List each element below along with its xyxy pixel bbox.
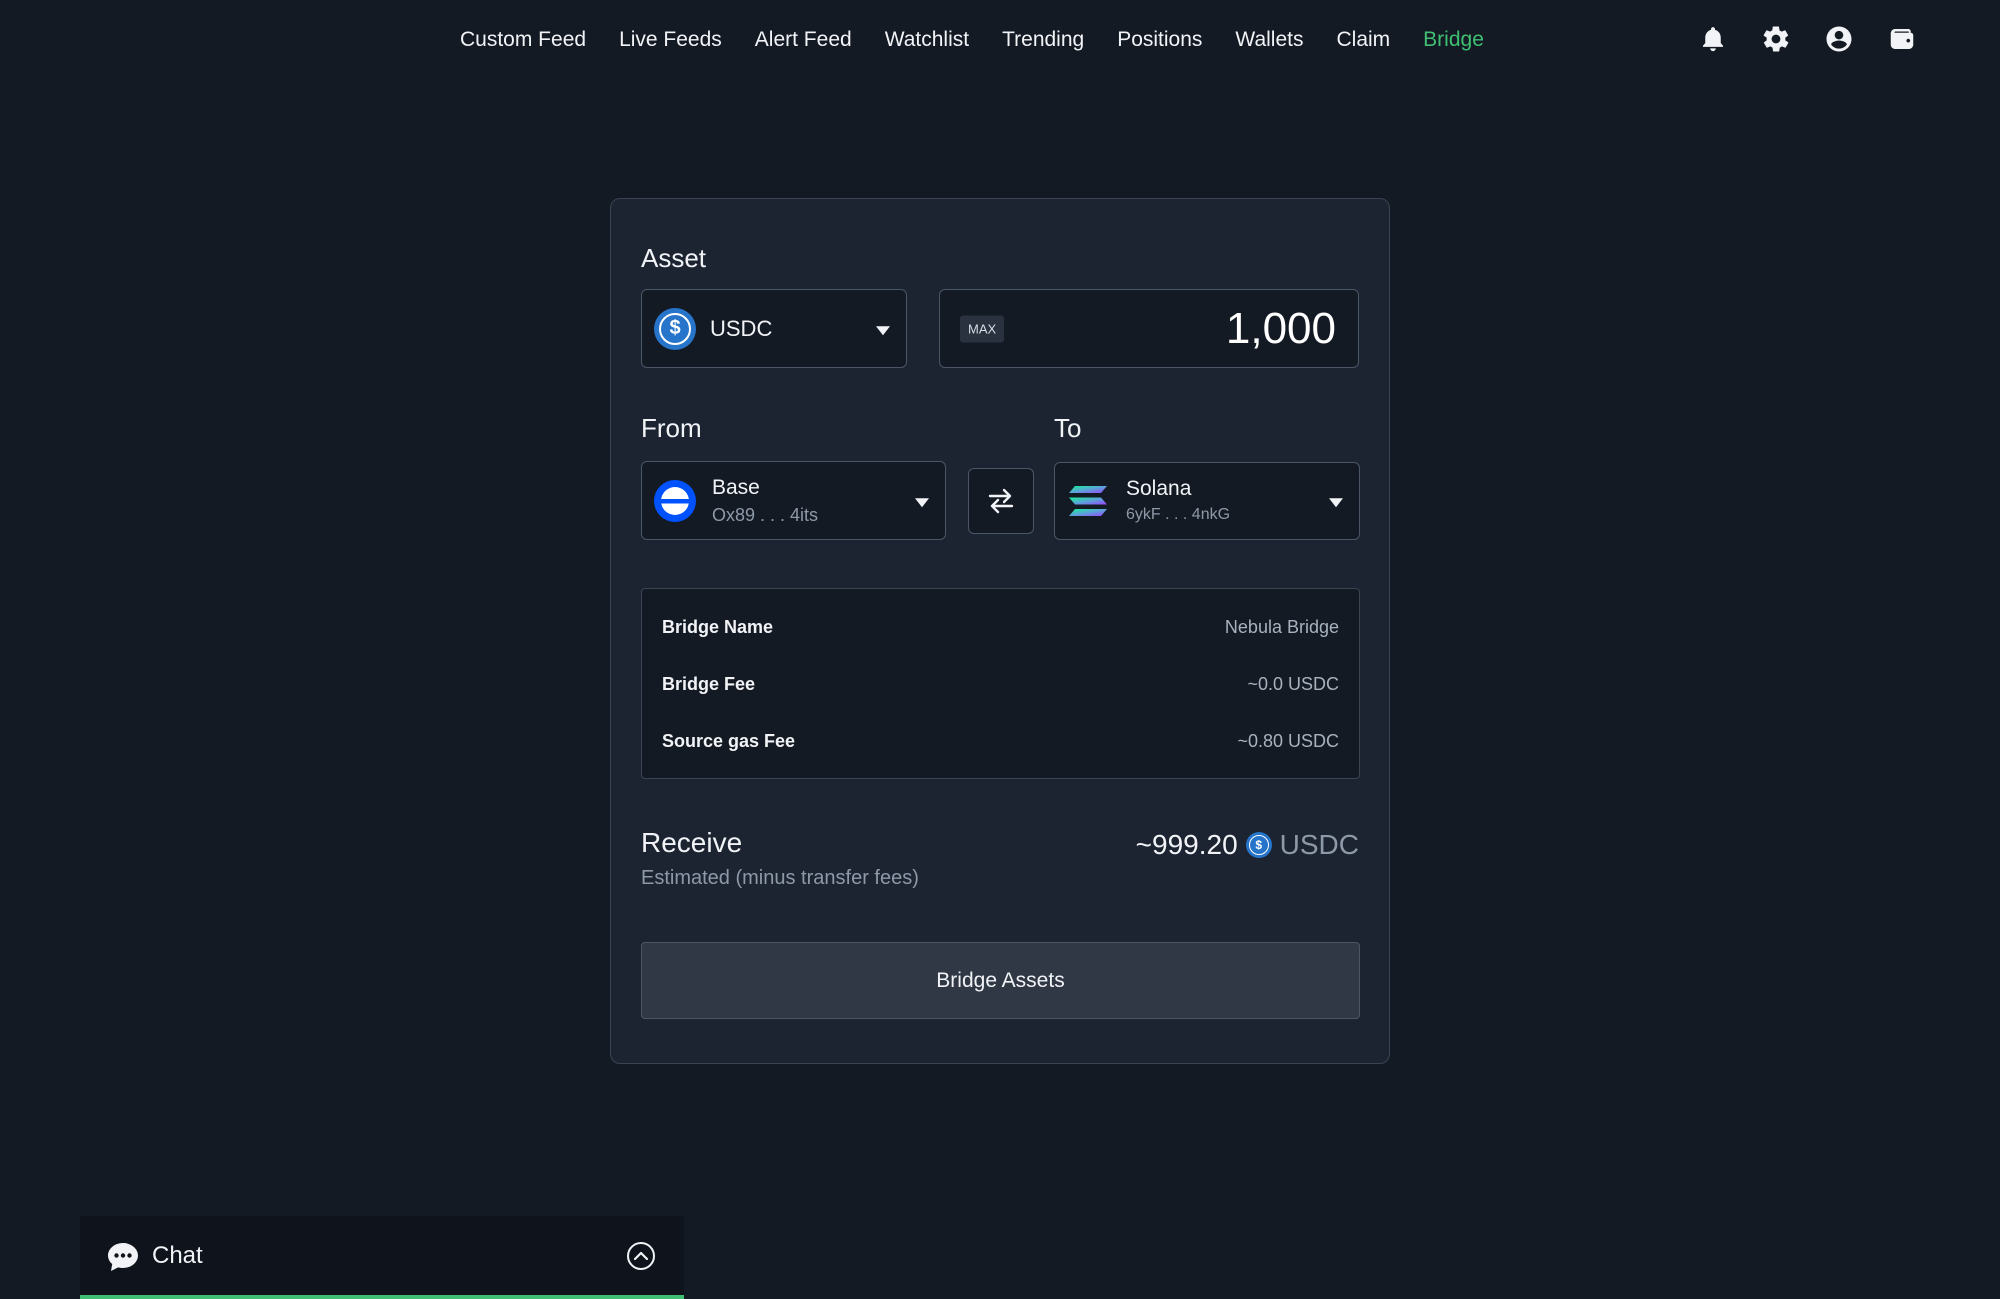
chevron-down-icon xyxy=(915,497,929,507)
detail-key: Bridge Fee xyxy=(662,673,756,694)
nav-live-feeds[interactable]: Live Feeds xyxy=(619,22,722,58)
top-navigation: Custom Feed Live Feeds Alert Feed Watchl… xyxy=(0,0,2000,80)
base-chain-icon xyxy=(654,479,696,522)
to-label: To xyxy=(1054,413,1082,443)
chevron-down-icon xyxy=(876,325,890,335)
chat-bubble-icon xyxy=(108,1243,138,1271)
to-address: 6ykF . . . 4nkG xyxy=(1126,506,1231,523)
receive-label: Receive xyxy=(641,827,743,858)
detail-value: ~0.80 USDC xyxy=(1237,730,1339,751)
chat-bar[interactable]: Chat xyxy=(80,1216,684,1299)
swap-direction-button[interactable] xyxy=(968,468,1034,534)
detail-key: Bridge Name xyxy=(662,616,774,637)
nav-custom-feed[interactable]: Custom Feed xyxy=(460,22,586,58)
bell-icon[interactable] xyxy=(1697,20,1729,58)
detail-key: Source gas Fee xyxy=(662,730,796,751)
from-chain-name: Base xyxy=(712,476,760,499)
nav-bridge[interactable]: Bridge xyxy=(1423,22,1484,58)
bridge-assets-button[interactable]: Bridge Assets xyxy=(641,942,1360,1019)
wallet-icon[interactable] xyxy=(1886,20,1918,58)
nav-icons xyxy=(1697,20,1918,58)
bridge-card: Asset $ USDC MAX From To Base Ox89 . . .… xyxy=(610,198,1390,1064)
detail-value: Nebula Bridge xyxy=(1224,616,1339,637)
from-chain-select[interactable]: Base Ox89 . . . 4its xyxy=(641,461,946,540)
nav-positions[interactable]: Positions xyxy=(1117,22,1202,58)
amount-input[interactable] xyxy=(1038,302,1338,355)
nav-watchlist[interactable]: Watchlist xyxy=(885,22,969,58)
receive-unit: USDC xyxy=(1279,829,1359,860)
nav-links: Custom Feed Live Feeds Alert Feed Watchl… xyxy=(460,22,1484,58)
nav-wallets[interactable]: Wallets xyxy=(1235,22,1303,58)
receive-amount: ~999.20 $ USDC xyxy=(1136,829,1359,861)
max-button[interactable]: MAX xyxy=(960,315,1005,342)
chevron-up-icon[interactable] xyxy=(626,1241,656,1271)
to-chain-name: Solana xyxy=(1126,477,1192,500)
usdc-coin-icon: $ xyxy=(1245,832,1272,858)
receive-subtitle: Estimated (minus transfer fees) xyxy=(641,867,919,889)
asset-select[interactable]: $ USDC xyxy=(641,289,907,368)
detail-row-bridge-fee: Bridge Fee ~0.0 USDC xyxy=(662,669,1339,699)
bridge-details: Bridge Name Nebula Bridge Bridge Fee ~0.… xyxy=(641,588,1360,779)
detail-row-bridge-name: Bridge Name Nebula Bridge xyxy=(662,612,1339,642)
nav-trending[interactable]: Trending xyxy=(1002,22,1084,58)
nav-claim[interactable]: Claim xyxy=(1337,22,1391,58)
detail-row-source-gas-fee: Source gas Fee ~0.80 USDC xyxy=(662,726,1339,756)
solana-chain-icon xyxy=(1069,486,1107,516)
chevron-down-icon xyxy=(1329,498,1343,508)
user-circle-icon[interactable] xyxy=(1823,20,1855,58)
nav-alert-feed[interactable]: Alert Feed xyxy=(755,22,852,58)
asset-label: Asset xyxy=(641,243,707,273)
to-chain-select[interactable]: Solana 6ykF . . . 4nkG xyxy=(1054,462,1360,540)
amount-field: MAX xyxy=(939,289,1359,368)
chat-label: Chat xyxy=(152,1242,203,1269)
usdc-coin-icon: $ xyxy=(654,307,696,350)
gear-icon[interactable] xyxy=(1760,20,1792,58)
from-address: Ox89 . . . 4its xyxy=(712,505,819,525)
detail-value: ~0.0 USDC xyxy=(1247,673,1339,694)
asset-name: USDC xyxy=(710,315,773,341)
swap-arrows-icon xyxy=(988,488,1014,514)
from-label: From xyxy=(641,413,702,443)
receive-value: ~999.20 xyxy=(1135,829,1238,860)
